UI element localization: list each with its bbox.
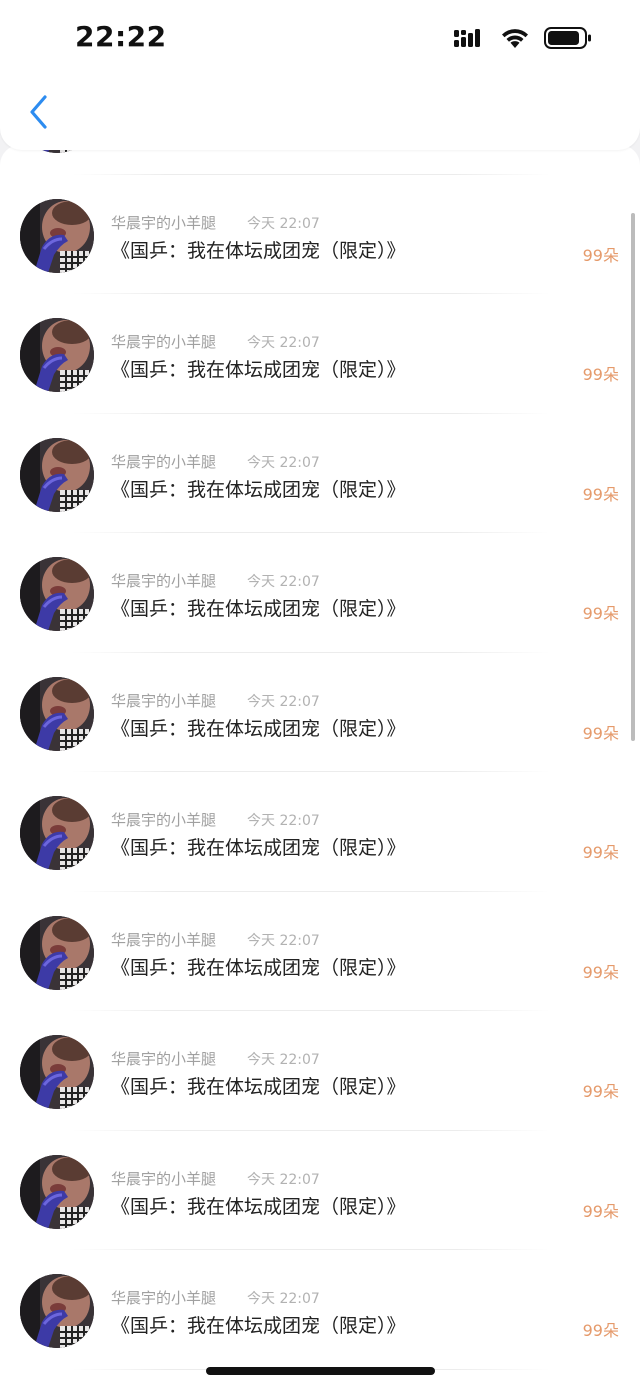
chevron-left-icon [27, 94, 49, 134]
book-title: 《国乒：我在体坛成团宠（限定）》 [111, 239, 406, 262]
avatar[interactable] [20, 915, 94, 990]
avatar[interactable] [20, 437, 94, 512]
username: 华晨宇的小羊腿 [111, 452, 217, 471]
timestamp: 今天 22:07 [247, 215, 320, 232]
cellular-signal-icon [454, 28, 486, 52]
screen: 22:22 华晨宇的小羊腿 今天 22:07 《国乒：我在体坛成团宠（限定）》 … [0, 0, 640, 1387]
avatar[interactable] [20, 1274, 94, 1348]
username: 华晨宇的小羊腿 [111, 213, 217, 232]
list-item[interactable]: 华晨宇的小羊腿 今天 22:07 《国乒：我在体坛成团宠（限定）》 99朵 [0, 1131, 640, 1250]
username: 华晨宇的小羊腿 [111, 811, 217, 829]
username: 华晨宇的小羊腿 [111, 333, 217, 351]
book-title: 《国乒：我在体坛成团宠（限定）》 [111, 837, 406, 859]
scrollbar[interactable] [631, 213, 635, 741]
gift-amount: 99朵 [582, 604, 619, 623]
avatar[interactable] [20, 676, 94, 751]
list-item[interactable]: 华晨宇的小羊腿 今天 22:07 《国乒：我在体坛成团宠（限定）》 99朵 [0, 533, 640, 653]
book-title: 《国乒：我在体坛成团宠（限定）》 [111, 717, 406, 740]
header: 22:22 [0, 0, 640, 150]
timestamp: 今天 22:07 [247, 1052, 320, 1068]
avatar[interactable] [20, 557, 94, 631]
avatar[interactable] [20, 198, 94, 273]
list-item[interactable]: 华晨宇的小羊腿 今天 22:07 《国乒：我在体坛成团宠（限定）》 99朵 [0, 1011, 640, 1131]
book-title: 《国乒：我在体坛成团宠（限定）》 [111, 1076, 406, 1098]
username: 华晨宇的小羊腿 [111, 1050, 217, 1068]
timestamp: 今天 22:07 [247, 693, 320, 710]
book-title: 《国乒：我在体坛成团宠（限定）》 [111, 598, 406, 620]
username: 华晨宇的小羊腿 [111, 1169, 217, 1188]
gift-amount: 99朵 [582, 1082, 619, 1101]
book-title: 《国乒：我在体坛成团宠（限定）》 [111, 1315, 406, 1337]
list-item[interactable]: 华晨宇的小羊腿 今天 22:07 《国乒：我在体坛成团宠（限定）》 99朵 [0, 294, 640, 414]
gift-amount: 99朵 [582, 245, 619, 265]
timestamp: 今天 22:07 [247, 454, 320, 471]
list-item[interactable]: 华晨宇的小羊腿 今天 22:07 《国乒：我在体坛成团宠（限定）》 99朵 [0, 414, 640, 533]
status-time: 22:22 [75, 20, 167, 53]
home-indicator[interactable] [206, 1367, 435, 1375]
timestamp: 今天 22:07 [247, 335, 320, 351]
gift-amount: 99朵 [582, 1201, 619, 1221]
gift-amount: 99朵 [582, 962, 619, 982]
list-item[interactable]: 华晨宇的小羊腿 今天 22:07 《国乒：我在体坛成团宠（限定）》 99朵 [0, 175, 640, 294]
book-title: 《国乒：我在体坛成团宠（限定）》 [111, 478, 406, 501]
username: 华晨宇的小羊腿 [111, 930, 217, 949]
book-title: 《国乒：我在体坛成团宠（限定）》 [111, 1195, 406, 1218]
battery-icon [544, 26, 592, 54]
timestamp: 今天 22:07 [247, 932, 320, 949]
wifi-icon [500, 27, 530, 53]
gift-amount: 99朵 [582, 843, 619, 862]
timestamp: 今天 22:07 [247, 1171, 320, 1188]
timestamp: 今天 22:07 [247, 813, 320, 829]
timestamp: 今天 22:07 [247, 1291, 320, 1307]
avatar[interactable] [20, 1154, 94, 1229]
gift-amount: 99朵 [582, 484, 619, 504]
username: 华晨宇的小羊腿 [111, 1289, 217, 1307]
list-item[interactable]: 华晨宇的小羊腿 今天 22:07 《国乒：我在体坛成团宠（限定）》 99朵 [0, 892, 640, 1011]
status-icons [454, 26, 592, 54]
avatar[interactable] [20, 1035, 94, 1109]
list-item[interactable]: 华晨宇的小羊腿 今天 22:07 《国乒：我在体坛成团宠（限定）》 99朵 [0, 653, 640, 772]
timestamp: 今天 22:07 [247, 574, 320, 590]
gift-record-list[interactable]: 《国乒：我在体坛成团宠（限定）》99朵华晨宇的小羊腿今天 22:07《国乒：我在… [0, 145, 640, 1387]
gift-amount: 99朵 [582, 1321, 619, 1340]
gift-amount: 99朵 [582, 723, 619, 743]
avatar[interactable] [20, 796, 94, 870]
book-title: 《国乒：我在体坛成团宠（限定）》 [111, 359, 406, 381]
book-title: 《国乒：我在体坛成团宠（限定）》 [111, 956, 406, 979]
username: 华晨宇的小羊腿 [111, 691, 217, 710]
list-inner: 《国乒：我在体坛成团宠（限定）》99朵华晨宇的小羊腿今天 22:07《国乒：我在… [0, 145, 640, 1370]
list-item[interactable]: 华晨宇的小羊腿 今天 22:07 《国乒：我在体坛成团宠（限定）》 99朵 [0, 1250, 640, 1370]
avatar[interactable] [20, 318, 94, 392]
username: 华晨宇的小羊腿 [111, 572, 217, 590]
list-item[interactable]: 华晨宇的小羊腿 今天 22:07 《国乒：我在体坛成团宠（限定）》 99朵 [0, 772, 640, 892]
back-button[interactable] [18, 92, 58, 136]
gift-amount: 99朵 [582, 365, 619, 384]
